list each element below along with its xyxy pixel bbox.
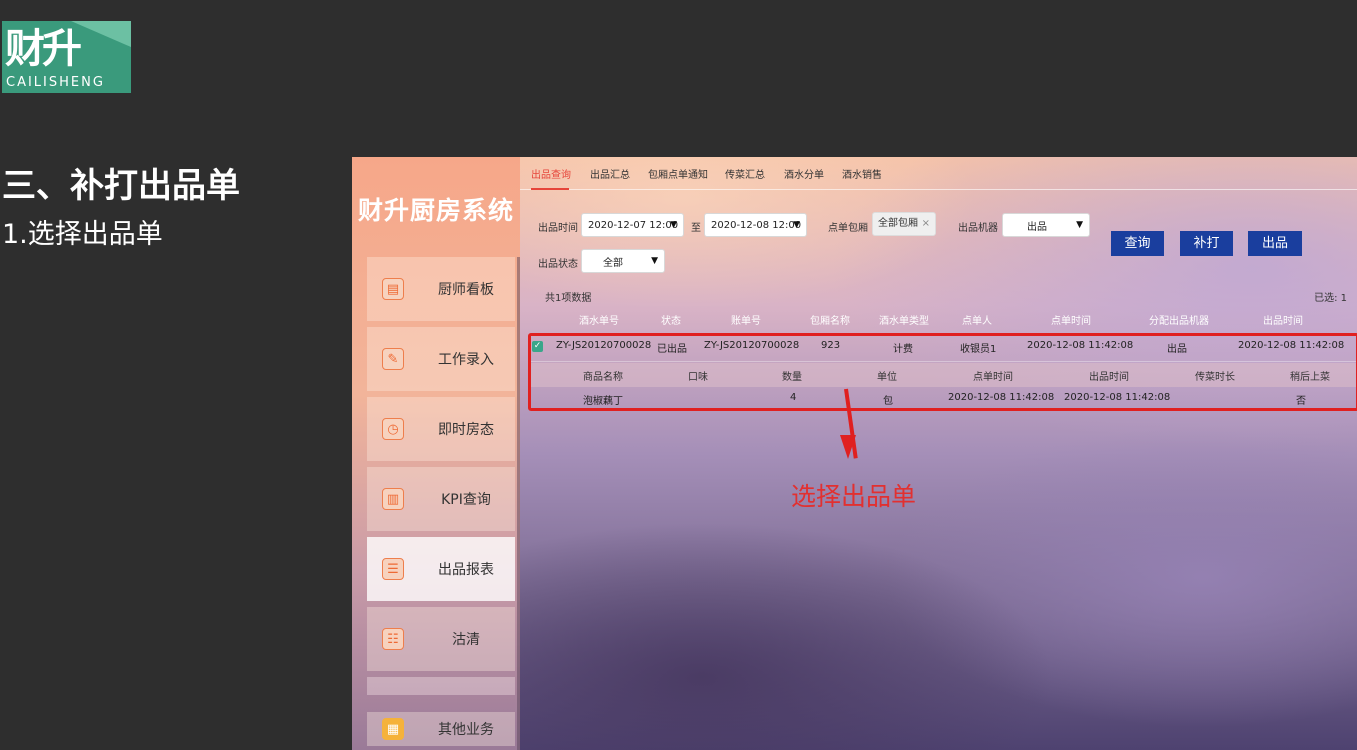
slide-subtitle: 1.选择出品单 xyxy=(2,219,163,250)
col-header-output-time: 出品时间 xyxy=(1263,316,1303,327)
col-header-status: 状态 xyxy=(661,316,681,327)
chart-icon: ▥ xyxy=(382,488,404,510)
room-tag: 全部包厢 xyxy=(878,218,918,229)
logo-mark: 财升 xyxy=(5,26,82,72)
clipboard-icon: ▤ xyxy=(382,278,404,300)
time-to-select[interactable]: 2020-12-08 12:00 ▼ xyxy=(704,213,807,237)
tab-output-summary[interactable]: 出品汇总 xyxy=(590,166,630,181)
active-tab-indicator xyxy=(531,188,569,190)
sidebar-item-label: 厨师看板 xyxy=(438,282,494,298)
time-label: 出品时间 xyxy=(538,223,578,234)
col-header-bill-no: 账单号 xyxy=(731,316,761,327)
sidebar-item-work-entry[interactable]: ✎ 工作录入 xyxy=(367,327,515,391)
room-select[interactable]: 全部包厢 × xyxy=(872,212,936,236)
logo-corner xyxy=(71,21,131,47)
app-brand: 财升厨房系统 xyxy=(358,196,515,225)
edit-icon: ✎ xyxy=(382,348,404,370)
selected-order-highlight xyxy=(528,333,1357,411)
col-header-drink-no: 酒水单号 xyxy=(579,316,619,327)
sidebar-item-label: 出品报表 xyxy=(438,562,494,578)
sidebar-item-sold-out[interactable]: ☷ 沽清 xyxy=(367,607,515,671)
machine-value: 出品 xyxy=(1027,221,1047,233)
annotation-arrow-head xyxy=(840,435,856,459)
room-clock-icon: ◷ xyxy=(382,418,404,440)
machine-select[interactable]: 出品 ▼ xyxy=(1002,213,1090,237)
machine-label: 出品机器 xyxy=(958,223,998,234)
grid-icon: ▦ xyxy=(382,718,404,740)
col-header-order-time: 点单时间 xyxy=(1051,316,1091,327)
tab-room-order-notice[interactable]: 包厢点单通知 xyxy=(648,166,708,181)
tab-drink-sales[interactable]: 酒水销售 xyxy=(842,166,882,181)
sidebar-item-chef-board[interactable]: ▤ 厨师看板 xyxy=(367,257,515,321)
time-from-value: 2020-12-07 12:00 xyxy=(588,219,679,231)
sidebar-item-label: 工作录入 xyxy=(438,352,494,368)
sidebar: 财升厨房系统 ▤ 厨师看板 ✎ 工作录入 ◷ 即时房态 ▥ KPI查询 ☰ 出品… xyxy=(352,157,520,750)
slide-title: 三、补打出品单 xyxy=(2,166,240,206)
tab-output-query[interactable]: 出品查询 xyxy=(531,166,571,181)
status-value: 全部 xyxy=(603,257,623,269)
query-button[interactable]: 查询 xyxy=(1111,231,1164,256)
list-icon: ☰ xyxy=(382,558,404,580)
col-header-machine: 分配出品机器 xyxy=(1149,316,1209,327)
record-count: 共1项数据 xyxy=(545,293,592,304)
sidebar-item-label: KPI查询 xyxy=(441,492,491,508)
sidebar-item-label: 其他业务 xyxy=(438,722,494,738)
tab-bar: 出品查询 出品汇总 包厢点单通知 传菜汇总 酒水分单 酒水销售 xyxy=(520,157,1357,190)
sidebar-item-other[interactable]: ▦ 其他业务 xyxy=(367,712,515,746)
clear-list-icon: ☷ xyxy=(382,628,404,650)
col-header-drink-type: 酒水单类型 xyxy=(879,316,929,327)
chevron-down-icon: ▼ xyxy=(670,220,677,230)
to-label: 至 xyxy=(691,223,701,234)
room-label: 点单包厢 xyxy=(828,223,868,234)
output-button[interactable]: 出品 xyxy=(1248,231,1302,256)
sidebar-item-room-status[interactable]: ◷ 即时房态 xyxy=(367,397,515,461)
sidebar-item-kpi[interactable]: ▥ KPI查询 xyxy=(367,467,515,531)
tab-serve-summary[interactable]: 传菜汇总 xyxy=(725,166,765,181)
col-header-orderer: 点单人 xyxy=(962,316,992,327)
close-icon[interactable]: × xyxy=(922,213,930,235)
selected-count: 已选: 1 xyxy=(1314,293,1347,304)
reprint-button[interactable]: 补打 xyxy=(1180,231,1233,256)
tab-drink-split[interactable]: 酒水分单 xyxy=(784,166,824,181)
sidebar-item-output-report[interactable]: ☰ 出品报表 xyxy=(367,537,515,601)
logo-text: CAILISHENG xyxy=(6,75,105,90)
sidebar-scrollbar[interactable] xyxy=(517,257,520,750)
kitchen-app-window: 财升厨房系统 ▤ 厨师看板 ✎ 工作录入 ◷ 即时房态 ▥ KPI查询 ☰ 出品… xyxy=(352,157,1357,750)
sidebar-item-label: 即时房态 xyxy=(438,422,494,438)
status-select[interactable]: 全部 ▼ xyxy=(581,249,665,273)
time-from-select[interactable]: 2020-12-07 12:00 ▼ xyxy=(581,213,684,237)
chevron-down-icon: ▼ xyxy=(793,220,800,230)
annotation-text: 选择出品单 xyxy=(791,482,917,511)
col-header-room: 包厢名称 xyxy=(810,316,850,327)
time-to-value: 2020-12-08 12:00 xyxy=(711,219,802,231)
sidebar-placeholder xyxy=(367,677,515,695)
company-logo: 财升 CAILISHENG xyxy=(2,21,131,93)
chevron-down-icon: ▼ xyxy=(651,256,658,266)
sidebar-item-label: 沽清 xyxy=(452,632,480,648)
chevron-down-icon: ▼ xyxy=(1076,220,1083,230)
status-label: 出品状态 xyxy=(538,259,578,270)
